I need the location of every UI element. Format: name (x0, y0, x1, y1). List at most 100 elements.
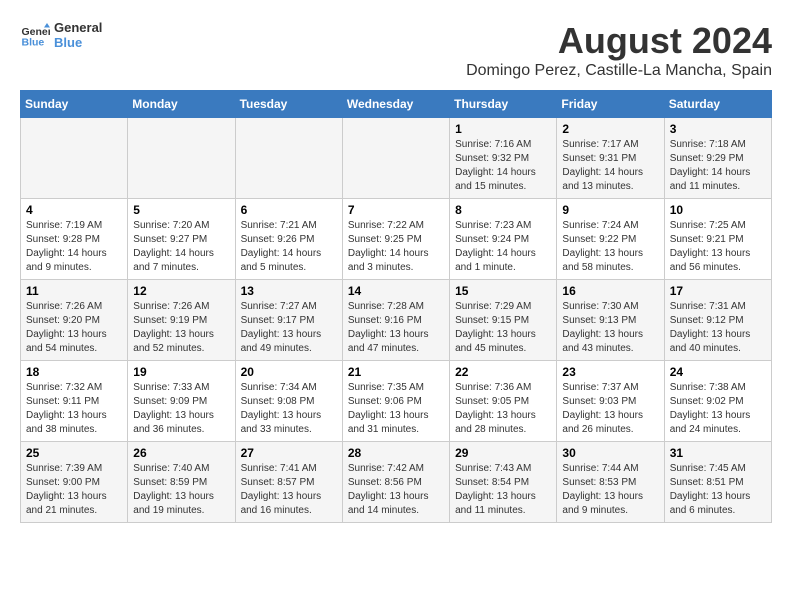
day-info: Sunrise: 7:42 AM Sunset: 8:56 PM Dayligh… (348, 462, 444, 518)
week-row-4: 18 Sunrise: 7:32 AM Sunset: 9:11 PM Dayli… (21, 361, 772, 442)
logo-icon: General Blue (20, 20, 50, 50)
day-info: Sunrise: 7:26 AM Sunset: 9:19 PM Dayligh… (133, 300, 229, 356)
day-info: Sunrise: 7:44 AM Sunset: 8:53 PM Dayligh… (562, 462, 658, 518)
day-info: Sunrise: 7:27 AM Sunset: 9:17 PM Dayligh… (241, 300, 337, 356)
day-info: Sunrise: 7:34 AM Sunset: 9:08 PM Dayligh… (241, 381, 337, 437)
day-number: 2 (562, 122, 658, 136)
day-info: Sunrise: 7:36 AM Sunset: 9:05 PM Dayligh… (455, 381, 551, 437)
week-row-1: 1 Sunrise: 7:16 AM Sunset: 9:32 PM Daylig… (21, 118, 772, 199)
calendar-cell: 4Sunrise: 7:19 AM Sunset: 9:28 PM Daylig… (21, 199, 128, 280)
header-saturday: Saturday (664, 91, 771, 118)
header-thursday: Thursday (450, 91, 557, 118)
calendar-cell: 11 Sunrise: 7:26 AM Sunset: 9:20 PM Dayli… (21, 280, 128, 361)
day-info: Sunrise: 7:24 AM Sunset: 9:22 PM Dayligh… (562, 219, 658, 275)
day-number: 21 (348, 365, 444, 379)
day-number: 11 (26, 284, 122, 298)
calendar-cell: 30Sunrise: 7:44 AM Sunset: 8:53 PM Dayli… (557, 442, 664, 523)
day-number: 5 (133, 203, 229, 217)
header-friday: Friday (557, 91, 664, 118)
day-number: 14 (348, 284, 444, 298)
calendar-cell: 5Sunrise: 7:20 AM Sunset: 9:27 PM Daylig… (128, 199, 235, 280)
calendar-cell: 9 Sunrise: 7:24 AM Sunset: 9:22 PM Daylig… (557, 199, 664, 280)
day-number: 7 (348, 203, 444, 217)
day-info: Sunrise: 7:21 AM Sunset: 9:26 PM Dayligh… (241, 219, 337, 275)
day-info: Sunrise: 7:17 AM Sunset: 9:31 PM Dayligh… (562, 138, 658, 194)
calendar-cell: 20 Sunrise: 7:34 AM Sunset: 9:08 PM Dayli… (235, 361, 342, 442)
day-info: Sunrise: 7:18 AM Sunset: 9:29 PM Dayligh… (670, 138, 766, 194)
day-info: Sunrise: 7:38 AM Sunset: 9:02 PM Dayligh… (670, 381, 766, 437)
day-info: Sunrise: 7:29 AM Sunset: 9:15 PM Dayligh… (455, 300, 551, 356)
calendar-cell: 19 Sunrise: 7:33 AM Sunset: 9:09 PM Dayli… (128, 361, 235, 442)
day-number: 1 (455, 122, 551, 136)
day-info: Sunrise: 7:35 AM Sunset: 9:06 PM Dayligh… (348, 381, 444, 437)
calendar-cell: 23Sunrise: 7:37 AM Sunset: 9:03 PM Dayli… (557, 361, 664, 442)
day-number: 25 (26, 446, 122, 460)
day-info: Sunrise: 7:40 AM Sunset: 8:59 PM Dayligh… (133, 462, 229, 518)
day-number: 29 (455, 446, 551, 460)
day-number: 20 (241, 365, 337, 379)
day-number: 10 (670, 203, 766, 217)
day-number: 27 (241, 446, 337, 460)
logo-line1: General (54, 20, 102, 35)
calendar-cell (342, 118, 449, 199)
calendar-cell: 31Sunrise: 7:45 AM Sunset: 8:51 PM Dayli… (664, 442, 771, 523)
week-row-2: 4Sunrise: 7:19 AM Sunset: 9:28 PM Daylig… (21, 199, 772, 280)
day-number: 18 (26, 365, 122, 379)
day-info: Sunrise: 7:45 AM Sunset: 8:51 PM Dayligh… (670, 462, 766, 518)
day-number: 17 (670, 284, 766, 298)
calendar-cell: 8 Sunrise: 7:23 AM Sunset: 9:24 PM Daylig… (450, 199, 557, 280)
calendar-cell (128, 118, 235, 199)
calendar-cell: 15 Sunrise: 7:29 AM Sunset: 9:15 PM Dayli… (450, 280, 557, 361)
calendar-cell: 26Sunrise: 7:40 AM Sunset: 8:59 PM Dayli… (128, 442, 235, 523)
day-info: Sunrise: 7:28 AM Sunset: 9:16 PM Dayligh… (348, 300, 444, 356)
calendar-cell: 29 Sunrise: 7:43 AM Sunset: 8:54 PM Dayli… (450, 442, 557, 523)
page-header: General Blue General Blue August 2024 Do… (20, 20, 772, 80)
calendar-cell: 13 Sunrise: 7:27 AM Sunset: 9:17 PM Dayli… (235, 280, 342, 361)
calendar-cell: 27Sunrise: 7:41 AM Sunset: 8:57 PM Dayli… (235, 442, 342, 523)
week-row-5: 25 Sunrise: 7:39 AM Sunset: 9:00 PM Dayli… (21, 442, 772, 523)
calendar-cell: 6Sunrise: 7:21 AM Sunset: 9:26 PM Daylig… (235, 199, 342, 280)
day-info: Sunrise: 7:19 AM Sunset: 9:28 PM Dayligh… (26, 219, 122, 275)
day-number: 28 (348, 446, 444, 460)
calendar-cell: 22 Sunrise: 7:36 AM Sunset: 9:05 PM Dayli… (450, 361, 557, 442)
calendar-cell: 28 Sunrise: 7:42 AM Sunset: 8:56 PM Dayli… (342, 442, 449, 523)
day-info: Sunrise: 7:43 AM Sunset: 8:54 PM Dayligh… (455, 462, 551, 518)
day-number: 23 (562, 365, 658, 379)
calendar-cell (235, 118, 342, 199)
calendar-cell: 10Sunrise: 7:25 AM Sunset: 9:21 PM Dayli… (664, 199, 771, 280)
calendar-cell: 1 Sunrise: 7:16 AM Sunset: 9:32 PM Daylig… (450, 118, 557, 199)
header-monday: Monday (128, 91, 235, 118)
header-tuesday: Tuesday (235, 91, 342, 118)
week-row-3: 11 Sunrise: 7:26 AM Sunset: 9:20 PM Dayli… (21, 280, 772, 361)
calendar-cell: 24 Sunrise: 7:38 AM Sunset: 9:02 PM Dayli… (664, 361, 771, 442)
header-wednesday: Wednesday (342, 91, 449, 118)
day-number: 9 (562, 203, 658, 217)
day-info: Sunrise: 7:26 AM Sunset: 9:20 PM Dayligh… (26, 300, 122, 356)
day-info: Sunrise: 7:32 AM Sunset: 9:11 PM Dayligh… (26, 381, 122, 437)
calendar-cell: 12 Sunrise: 7:26 AM Sunset: 9:19 PM Dayli… (128, 280, 235, 361)
day-number: 8 (455, 203, 551, 217)
logo: General Blue General Blue (20, 20, 102, 50)
calendar-cell: 17 Sunrise: 7:31 AM Sunset: 9:12 PM Dayli… (664, 280, 771, 361)
svg-text:Blue: Blue (22, 37, 45, 49)
day-number: 24 (670, 365, 766, 379)
day-info: Sunrise: 7:31 AM Sunset: 9:12 PM Dayligh… (670, 300, 766, 356)
calendar-cell (21, 118, 128, 199)
calendar-cell: 14 Sunrise: 7:28 AM Sunset: 9:16 PM Dayli… (342, 280, 449, 361)
day-info: Sunrise: 7:30 AM Sunset: 9:13 PM Dayligh… (562, 300, 658, 356)
day-info: Sunrise: 7:16 AM Sunset: 9:32 PM Dayligh… (455, 138, 551, 194)
day-number: 13 (241, 284, 337, 298)
day-info: Sunrise: 7:39 AM Sunset: 9:00 PM Dayligh… (26, 462, 122, 518)
day-number: 3 (670, 122, 766, 136)
main-title: August 2024 (466, 20, 772, 62)
logo-line2: Blue (54, 35, 102, 50)
day-number: 22 (455, 365, 551, 379)
day-number: 16 (562, 284, 658, 298)
day-number: 19 (133, 365, 229, 379)
day-info: Sunrise: 7:33 AM Sunset: 9:09 PM Dayligh… (133, 381, 229, 437)
day-number: 12 (133, 284, 229, 298)
calendar-cell: 18 Sunrise: 7:32 AM Sunset: 9:11 PM Dayli… (21, 361, 128, 442)
day-info: Sunrise: 7:23 AM Sunset: 9:24 PM Dayligh… (455, 219, 551, 275)
day-number: 15 (455, 284, 551, 298)
calendar-table: SundayMondayTuesdayWednesdayThursdayFrid… (20, 90, 772, 523)
